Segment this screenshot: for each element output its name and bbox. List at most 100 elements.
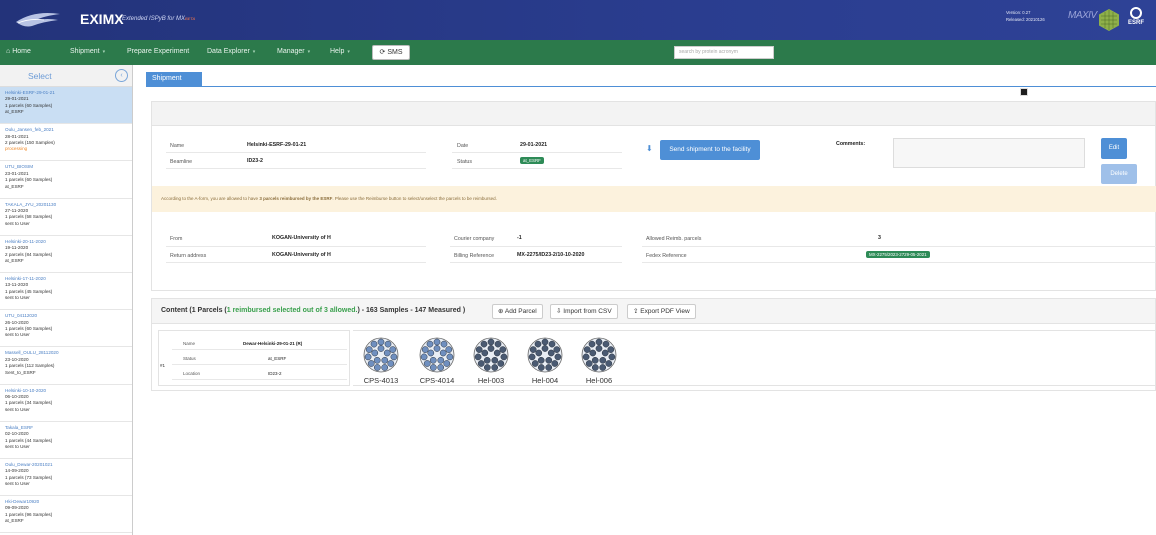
shipment-list-item[interactable]: Helsinki-17-11-2020 13-11-2020 1 parcels (… <box>0 273 132 311</box>
puck-label: Hel-003 <box>477 376 505 385</box>
shipment-item-status: sent to User <box>5 406 30 412</box>
shipment-list-item[interactable]: Helsinki-ESRF-29-01-21 29-01-2021 1 parcel… <box>0 87 132 125</box>
nav-data-explorer[interactable]: Data Explorer ▾ <box>207 48 255 55</box>
shipment-beamline: ID23-2 <box>247 158 263 164</box>
import-csv-button[interactable]: ⇩ Import from CSV <box>550 304 618 319</box>
puck-label: Hel-006 <box>585 376 613 385</box>
divider <box>642 246 1156 247</box>
shipment-list-item[interactable]: Hki-Dewar10920 09-09-2020 1 parcels (96 Sa… <box>0 496 132 534</box>
puck-label: Hel-004 <box>531 376 559 385</box>
shipment-item-status: at_ESRF <box>5 257 24 263</box>
content-header: Content (1 Parcels (1 reimbursed selecte… <box>152 299 1155 324</box>
divider <box>172 379 347 380</box>
billing-value: MX-2275/ID23-2/10-10-2020 <box>517 252 585 258</box>
shipment-item-status: sent to User <box>5 220 30 226</box>
send-arrow-icon: ⬇ <box>646 144 653 153</box>
beta-tag: BETA <box>185 16 196 21</box>
dewar-status: at_ESRF <box>268 356 287 361</box>
status-badge: at_ESRF <box>520 157 544 164</box>
shipment-list-item[interactable]: Helsinki-10-10-2020 06-10-2020 1 parcels (… <box>0 385 132 422</box>
version-info: Version: 0.27 Released: 20210126 <box>1006 9 1045 23</box>
divider <box>452 152 622 153</box>
shipment-list-item[interactable]: Takala_ESRF 02-10-2020 1 parcels (44 Sampl… <box>0 422 132 459</box>
delete-button[interactable]: Delete <box>1101 164 1137 184</box>
sms-button[interactable]: ⟳ SMS <box>372 45 410 60</box>
shipment-item-status: sent to User <box>5 443 30 449</box>
billing-label: Billing Reference <box>454 253 495 259</box>
puck-icon[interactable] <box>527 337 563 373</box>
shipment-list-item[interactable]: Massell_OULU_28112020 23-10-2020 1 parcels… <box>0 347 132 385</box>
courier-label: Courier company <box>454 236 495 242</box>
nav-home[interactable]: ⌂ Home <box>6 48 31 55</box>
divider <box>172 364 347 365</box>
shipment-list-item[interactable]: UTU_04112020 26-10-2020 1 parcels (60 Samp… <box>0 310 132 348</box>
puck-label: CPS-4014 <box>419 376 455 385</box>
comments-field[interactable] <box>893 138 1085 168</box>
shipment-list-item[interactable]: Helsinki-20-11-2020 19-11-2020 2 parcels (… <box>0 236 132 273</box>
chevron-down-icon: ▾ <box>102 49 106 55</box>
dewar-index: #1 <box>160 363 166 368</box>
content-title: Content (1 Parcels (1 reimbursed selecte… <box>161 307 466 314</box>
shipment-item-status: at_ESRF <box>5 109 24 115</box>
divider <box>172 349 347 350</box>
edit-button[interactable]: Edit <box>1101 138 1127 159</box>
app-header: EXIMX Extended ISPyB for MXBETA Version:… <box>0 0 1156 40</box>
dewar-status-label: Status <box>183 356 196 361</box>
plus-circle-icon: ⊕ <box>498 308 505 315</box>
eximx-logo-icon <box>16 13 60 27</box>
shipment-list-item[interactable]: Oulu_Jansen_feb_2021 28-01-2021 2 parcels … <box>0 124 132 162</box>
logout-icon <box>1020 88 1028 96</box>
return-address-label: Return address <box>170 253 207 259</box>
chevron-down-icon: ▾ <box>347 49 350 55</box>
puck-label: CPS-4013 <box>363 376 399 385</box>
shipment-item-status: sent to User <box>5 332 30 338</box>
shipment-list-item[interactable]: TAKALA_JYU_20201130 27-11-2020 1 parcels (… <box>0 199 132 236</box>
shipment-item-status: at_ESRF <box>5 518 24 524</box>
comments-label: Comments: <box>836 141 866 147</box>
puck-icon[interactable] <box>363 337 399 373</box>
sidebar-title: Select <box>28 71 52 81</box>
puck-icon[interactable] <box>581 337 617 373</box>
search-input[interactable]: search by protein acronym <box>674 46 774 59</box>
collapse-sidebar-icon[interactable]: ‹ <box>115 69 128 82</box>
nav-manager[interactable]: Manager ▾ <box>277 48 310 55</box>
panel-header <box>152 102 1155 126</box>
divider <box>450 246 622 247</box>
reimb-parcels-label: Allowed Reimb. parcels <box>646 236 702 242</box>
fedex-badge[interactable]: MX-2275/2023-2729-05-2021 <box>866 251 930 258</box>
shipment-item-status: sent to User <box>5 295 30 301</box>
shipment-item-status: Sent_to_ESRF <box>5 369 36 375</box>
nav-prepare-experiment[interactable]: Prepare Experiment <box>127 48 189 55</box>
chevron-down-icon: ▾ <box>307 49 311 55</box>
user-name: MX2275@nurizzo <box>1056 90 1114 97</box>
nav-help[interactable]: Help ▾ <box>330 48 350 55</box>
divider <box>166 168 426 169</box>
export-pdf-button[interactable]: ⇪ Export PDF View <box>627 304 696 319</box>
main-navbar: ⌂ Home Shipment ▾ Prepare Experiment Data… <box>0 40 1156 97</box>
esrf-ring-icon <box>1130 7 1142 19</box>
dewar-location-label: Location <box>183 371 201 376</box>
shipment-item-status: sent to User <box>5 481 30 487</box>
app-subtitle: Extended ISPyB for MXBETA <box>122 16 196 22</box>
app-title[interactable]: EXIMX <box>80 11 124 27</box>
shipment-list-item[interactable]: Oulu_Dewar-20201021 14-09-2020 1 parcels (… <box>0 459 132 497</box>
send-shipment-button[interactable]: Send shipment to the facility <box>660 140 760 160</box>
puck-icon[interactable] <box>473 337 509 373</box>
fedex-label: Fedex Reference <box>646 253 687 259</box>
add-parcel-button[interactable]: ⊕ Add Parcel <box>492 304 543 319</box>
nav-shipment[interactable]: Shipment ▾ <box>70 48 105 55</box>
shipment-date: 29-01-2021 <box>520 142 548 148</box>
tab-shipment[interactable]: Shipment <box>146 72 202 86</box>
logout-link[interactable]: Log out MX2275@nurizzo <box>1020 88 1114 97</box>
shipment-item-status: at_ESRF <box>5 183 24 189</box>
sidebar-header: Select ‹ <box>0 65 132 87</box>
status-label: Status <box>457 159 473 165</box>
divider <box>452 168 622 169</box>
maxiv-logo: MAXIV <box>1068 10 1097 21</box>
date-label: Date <box>457 143 469 149</box>
shipment-list-item[interactable]: UTU_BIOSIM 23-01-2021 1 parcels (60 Sample… <box>0 161 132 199</box>
from-label: From <box>170 236 183 242</box>
released-text: Released: 20210126 <box>1006 17 1045 22</box>
dewar-name-label: Name <box>183 341 196 346</box>
puck-icon[interactable] <box>419 337 455 373</box>
